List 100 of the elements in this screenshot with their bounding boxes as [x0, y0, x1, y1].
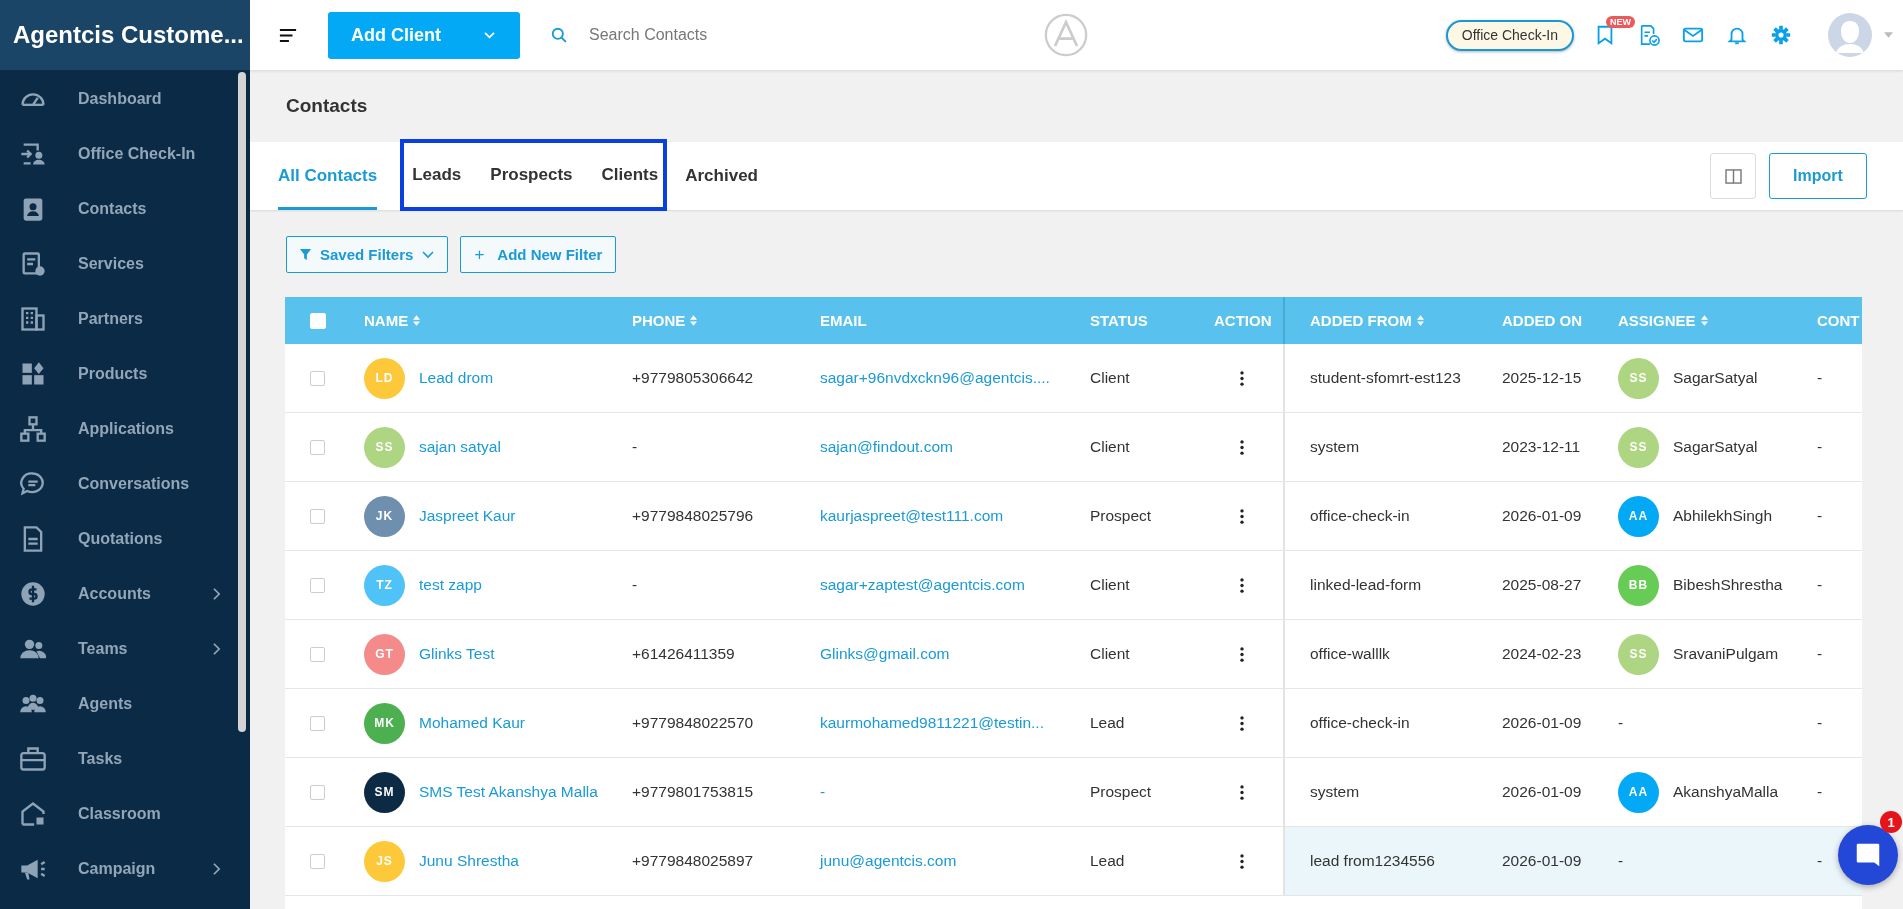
sidebar-item[interactable]: Conversations: [0, 456, 238, 511]
table-cell: 2025-12-15: [1502, 369, 1582, 387]
sidebar-item[interactable]: Applications: [0, 401, 238, 456]
email-link[interactable]: -: [820, 783, 826, 801]
caret-icon: [483, 30, 496, 40]
sort-icon[interactable]: [690, 315, 698, 326]
contact-name-link[interactable]: Lead drom: [419, 369, 494, 387]
more-icon[interactable]: [1239, 784, 1244, 800]
sidebar-item[interactable]: Campaign: [0, 841, 238, 896]
import-button[interactable]: Import: [1769, 153, 1867, 199]
table-cell: 2025-08-27: [1502, 576, 1582, 594]
column-header[interactable]: PHONE: [632, 312, 686, 329]
avatar-icon[interactable]: [1828, 13, 1872, 57]
initials-avatar: SS: [1618, 357, 1659, 399]
contact-name-link[interactable]: Mohamed Kaur: [419, 714, 525, 732]
initials-avatar: SM: [364, 771, 405, 813]
dollar-icon: [19, 579, 47, 608]
sidebar-item[interactable]: Tasks: [0, 731, 238, 786]
more-icon[interactable]: [1239, 370, 1244, 386]
column-header[interactable]: ADDED FROM: [1310, 312, 1412, 329]
more-icon[interactable]: [1239, 715, 1244, 731]
table-cell: system: [1310, 783, 1360, 801]
table-cell: Prospect: [1090, 507, 1152, 525]
saved-filters-button[interactable]: Saved Filters: [286, 236, 449, 273]
column-header[interactable]: ASSIGNEE: [1618, 312, 1696, 329]
row-checkbox[interactable]: [310, 646, 325, 662]
more-icon[interactable]: [1239, 646, 1244, 662]
table-cell: Client: [1090, 645, 1130, 663]
tab[interactable]: All Contacts: [278, 142, 378, 210]
table-cell: office-walllk: [1310, 645, 1390, 663]
sidebar-item[interactable]: Accounts: [0, 566, 238, 621]
columns-button[interactable]: [1710, 153, 1756, 199]
contact-name-link[interactable]: SMS Test Akanshya Malla: [419, 783, 598, 801]
initials-avatar: BB: [1618, 564, 1659, 606]
email-link[interactable]: sagar+zaptest@agentcis.com: [820, 576, 1025, 594]
email-link[interactable]: kaurjaspreet@test111.com: [820, 507, 1004, 525]
email-link[interactable]: sajan@findout.com: [820, 438, 953, 456]
search-icon[interactable]: [551, 26, 568, 44]
column-header[interactable]: NAME: [364, 312, 409, 329]
sort-icon[interactable]: [1700, 315, 1708, 326]
tab[interactable]: Prospects: [490, 143, 573, 207]
sidebar-item[interactable]: Partners: [0, 291, 238, 346]
table-cell: Prospect: [1090, 783, 1152, 801]
table-cell: AbhilekhSingh: [1673, 507, 1773, 525]
document-check-icon[interactable]: [1638, 24, 1660, 46]
sidebar-item[interactable]: Services: [0, 236, 238, 291]
table-cell: -: [1817, 783, 1823, 801]
table-cell: -: [632, 576, 638, 594]
contact-name-link[interactable]: Junu Shrestha: [419, 852, 519, 870]
table-cell: +9779805306642: [632, 369, 754, 387]
contact-name-link[interactable]: Jaspreet Kaur: [419, 507, 516, 525]
table-cell: BibeshShrestha: [1673, 576, 1783, 594]
scrollbar[interactable]: [238, 72, 246, 732]
sidebar-item[interactable]: Office Check-In: [0, 126, 238, 181]
contact-name-link[interactable]: Glinks Test: [419, 645, 495, 663]
row-checkbox[interactable]: [310, 439, 325, 455]
table-cell: -: [1618, 714, 1624, 732]
column-header: STATUS: [1090, 312, 1148, 329]
table-cell: +9779848025897: [632, 852, 754, 870]
sidebar-item[interactable]: Contacts: [0, 181, 238, 236]
sidebar-item[interactable]: Classroom: [0, 786, 238, 841]
add-new-filter-button[interactable]: + Add New Filter: [460, 236, 617, 273]
email-link[interactable]: kaurmohamed9811221@testin...: [820, 714, 1044, 732]
sort-icon[interactable]: [413, 315, 421, 326]
sidebar-item[interactable]: Quotations: [0, 511, 238, 566]
caret-icon[interactable]: [1884, 32, 1893, 38]
table-cell: Client: [1090, 576, 1130, 594]
select-all-checkbox[interactable]: [309, 312, 326, 329]
table-cell: Lead: [1090, 852, 1125, 870]
more-icon[interactable]: [1239, 577, 1244, 593]
more-icon[interactable]: [1239, 508, 1244, 524]
row-checkbox[interactable]: [310, 577, 325, 593]
sidebar-item[interactable]: Agents: [0, 676, 238, 731]
tab[interactable]: Leads: [412, 143, 462, 207]
tab[interactable]: Archived: [685, 142, 758, 210]
row-checkbox[interactable]: [310, 784, 325, 800]
office-check-in-button[interactable]: Office Check-In: [1445, 19, 1574, 51]
email-link[interactable]: junu@agentcis.com: [820, 852, 957, 870]
contact-name-link[interactable]: test zapp: [419, 576, 482, 594]
sidebar-item[interactable]: Products: [0, 346, 238, 401]
sidebar-item[interactable]: Teams: [0, 621, 238, 676]
table-cell: AkanshyaMalla: [1673, 783, 1779, 801]
initials-avatar: SS: [1618, 633, 1659, 675]
settings-icon[interactable]: [1770, 24, 1792, 46]
row-checkbox[interactable]: [310, 370, 325, 386]
email-link[interactable]: Glinks@gmail.com: [820, 645, 950, 663]
contact-name-link[interactable]: sajan satyal: [419, 438, 501, 456]
menu-icon[interactable]: [279, 27, 297, 43]
tab[interactable]: Clients: [601, 143, 659, 207]
row-checkbox[interactable]: [310, 853, 325, 869]
sort-icon[interactable]: [1416, 315, 1424, 326]
row-checkbox[interactable]: [310, 715, 325, 731]
more-icon[interactable]: [1239, 853, 1244, 869]
row-checkbox[interactable]: [310, 508, 325, 524]
sidebar-item[interactable]: Dashboard: [0, 71, 238, 126]
table-cell: system: [1310, 438, 1360, 456]
add-client-button[interactable]: Add Client: [328, 11, 520, 59]
more-icon[interactable]: [1239, 439, 1244, 455]
email-link[interactable]: sagar+96nvdxckn96@agentcis....: [820, 369, 1050, 387]
filter-icon: [300, 249, 311, 260]
